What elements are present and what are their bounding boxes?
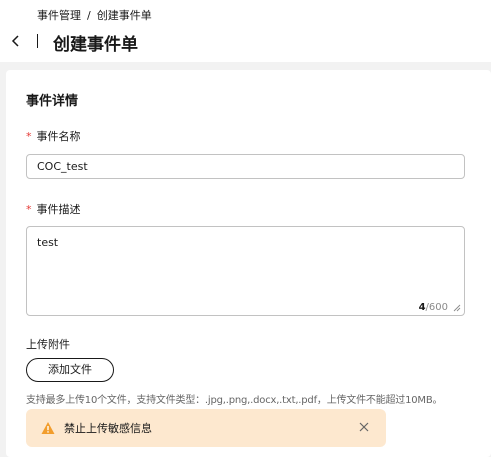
attachment-field-label: 上传附件 [26,338,70,351]
name-field-label: * 事件名称 [26,130,81,143]
breadcrumb-item-event-management[interactable]: 事件管理 [37,7,81,23]
section-title: 事件详情 [26,94,79,109]
description-field-label: * 事件描述 [26,203,81,216]
back-button[interactable] [8,32,24,50]
warning-icon [41,422,55,434]
chevron-left-icon [11,35,19,47]
sensitive-info-alert: 禁止上传敏感信息 [26,409,386,447]
form-card: 事件详情 * 事件名称 COC_test * 事件描述 test 4/600 上传附… [6,70,491,457]
close-icon[interactable] [358,421,370,433]
description-text: test [37,236,59,249]
page-header: 事件管理 / 创建事件单 创建事件单 [0,0,491,62]
breadcrumb: 事件管理 / 创建事件单 [37,7,152,23]
resize-handle-icon[interactable] [453,304,461,312]
required-mark: * [26,130,32,143]
add-file-button[interactable]: 添加文件 [26,358,114,382]
title-divider [37,34,38,48]
breadcrumb-separator: / [87,8,91,22]
breadcrumb-item-current: 创建事件单 [96,9,152,22]
event-description-textarea[interactable]: test 4/600 [26,226,465,316]
alert-text: 禁止上传敏感信息 [64,422,152,435]
char-counter: 4/600 [418,302,448,313]
upload-hint: 支持最多上传10个文件，支持文件类型：.jpg,.png,.docx,.txt,… [26,395,443,406]
required-mark: * [26,203,32,216]
event-name-input[interactable]: COC_test [26,154,465,179]
page-title: 创建事件单 [53,35,138,55]
